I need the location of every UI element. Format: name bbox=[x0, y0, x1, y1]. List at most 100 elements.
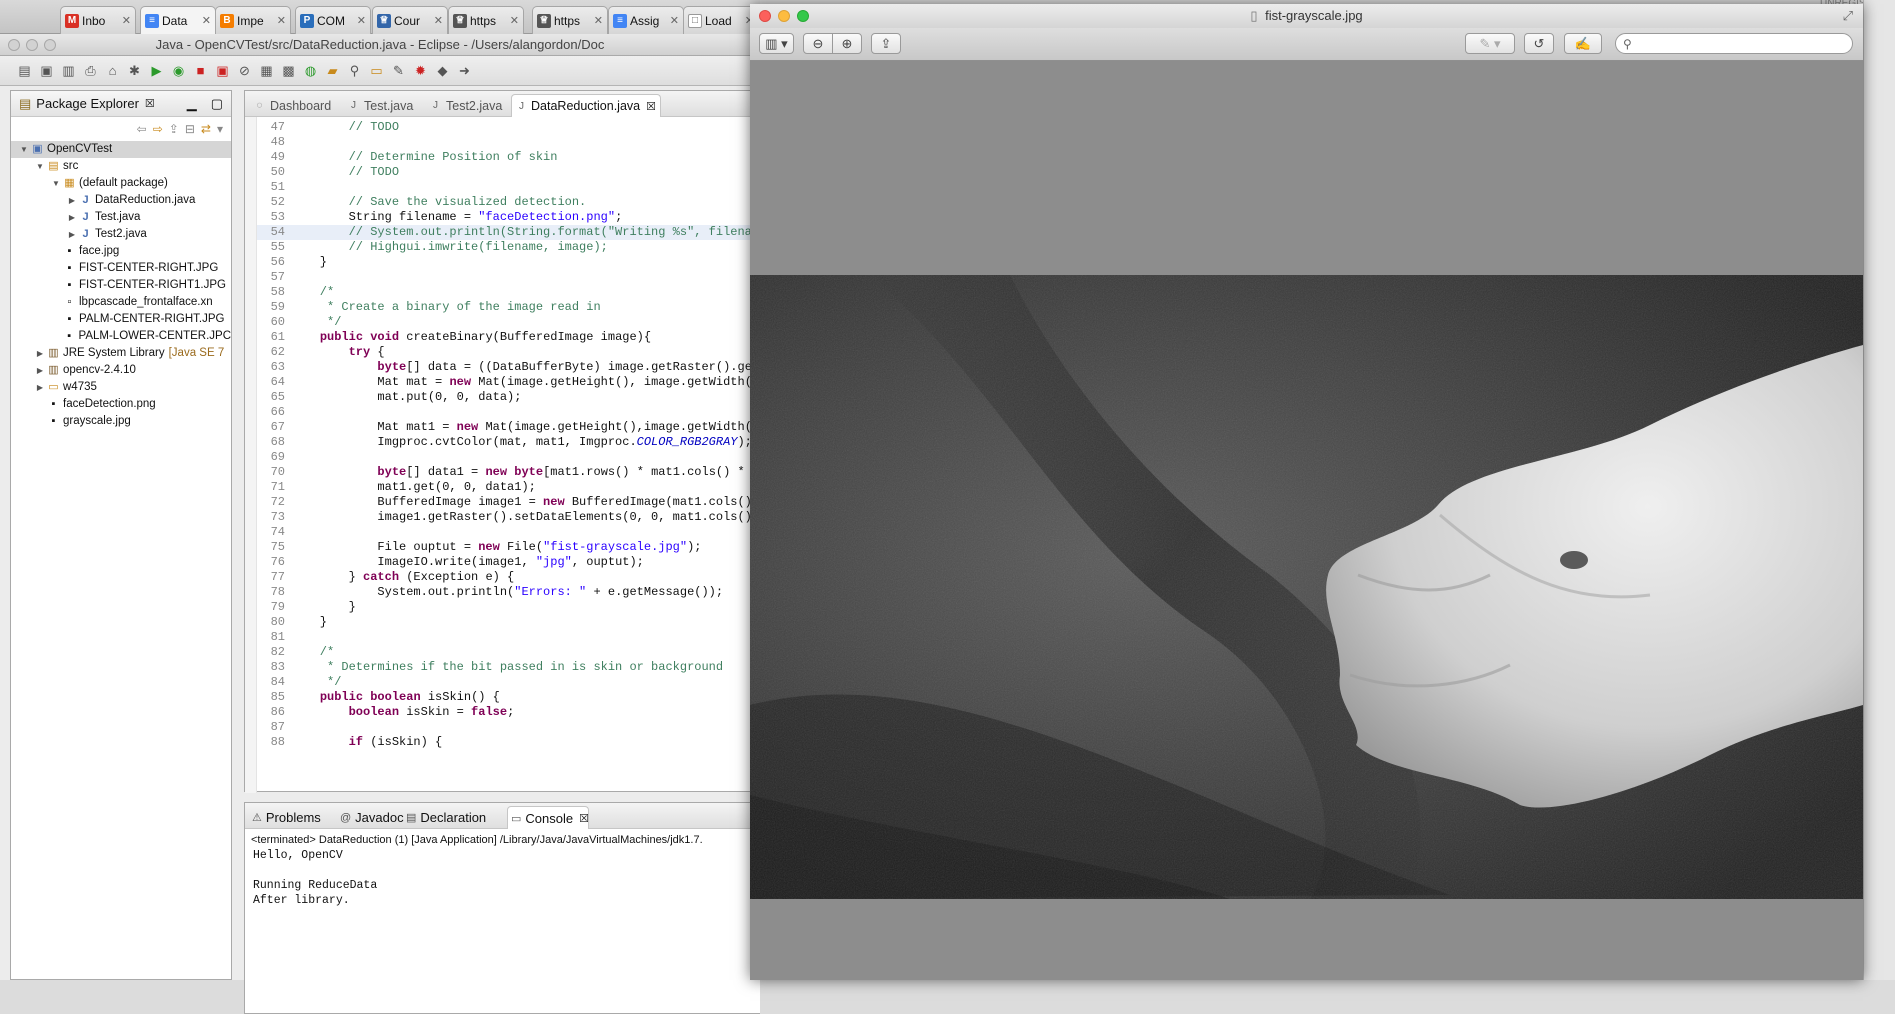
tree-item[interactable]: ▶ ▥ JRE System Library [Java SE 7 bbox=[11, 345, 231, 362]
browser-tab[interactable]: ♕ https ✕ bbox=[532, 6, 608, 34]
tree-item[interactable]: ▪ FIST-CENTER-RIGHT1.JPG bbox=[11, 277, 231, 294]
close-tab-icon[interactable]: ✕ bbox=[275, 14, 286, 27]
expand-twisty-icon[interactable]: ▼ bbox=[35, 158, 45, 175]
link-with-editor-icon[interactable]: ⇄ bbox=[201, 122, 211, 136]
view-menu-icon[interactable]: ▾ bbox=[217, 122, 223, 136]
browser-tab[interactable]: ♕ https ✕ bbox=[448, 6, 524, 34]
editor-tab[interactable]: J Test2.java bbox=[425, 94, 507, 117]
debug-icon[interactable]: ✱ bbox=[126, 63, 143, 79]
browser-tab[interactable]: ♕ Cour ✕ bbox=[372, 6, 448, 34]
close-tab-icon[interactable]: ☒ bbox=[579, 812, 589, 825]
up-nav-icon[interactable]: ⇪ bbox=[169, 122, 179, 136]
rotate-button[interactable]: ↺ bbox=[1524, 33, 1554, 54]
editor-tab[interactable]: ◌ Dashboard bbox=[249, 94, 339, 117]
run-icon[interactable]: ▶ bbox=[148, 63, 165, 79]
expand-twisty-icon[interactable]: ▶ bbox=[67, 192, 77, 209]
run-config-icon[interactable]: ◉ bbox=[170, 63, 187, 79]
tree-item[interactable]: ▶ J DataReduction.java bbox=[11, 192, 231, 209]
editor-tab[interactable]: J DataReduction.java ☒ bbox=[511, 94, 661, 117]
tree-item[interactable]: ▼ ▦ (default package) bbox=[11, 175, 231, 192]
console-tab[interactable]: @ Javadoc bbox=[337, 806, 404, 829]
home-icon[interactable]: ⌂ bbox=[104, 63, 121, 79]
expand-twisty-icon[interactable]: ▶ bbox=[35, 345, 45, 362]
forward-icon[interactable]: ➜ bbox=[456, 63, 473, 79]
markup-toolbar-button[interactable]: ✍ bbox=[1564, 33, 1602, 54]
close-tab-icon[interactable]: ☒ bbox=[646, 100, 656, 113]
new-icon[interactable]: ▤ bbox=[16, 63, 33, 79]
print-icon[interactable]: ⎙ bbox=[82, 63, 99, 79]
fullscreen-icon[interactable]: ⤢ bbox=[1843, 4, 1853, 28]
sidebar-view-button[interactable]: ▥ ▾ bbox=[759, 33, 794, 54]
expand-twisty-icon[interactable]: ▼ bbox=[19, 141, 29, 158]
save-icon[interactable]: ▣ bbox=[38, 63, 55, 79]
browser-tab[interactable]: ≡ Data ✕ bbox=[140, 6, 216, 34]
search-icon[interactable]: ⚲ bbox=[346, 63, 363, 79]
close-tab-icon[interactable]: ✕ bbox=[355, 14, 366, 27]
close-tab-icon[interactable]: ✕ bbox=[432, 14, 443, 27]
tree-item[interactable]: ▼ ▤ src bbox=[11, 158, 231, 175]
tree-item[interactable]: ▼ ▣ OpenCVTest bbox=[11, 141, 231, 158]
highlight-button[interactable]: ✎ ▾ bbox=[1465, 33, 1515, 54]
zoom-window-button[interactable] bbox=[797, 10, 809, 22]
browser-tab[interactable]: B Impe ✕ bbox=[215, 6, 291, 34]
minimize-window-button[interactable] bbox=[26, 39, 38, 51]
save-all-icon[interactable]: ▥ bbox=[60, 63, 77, 79]
share-button[interactable]: ⇪ bbox=[871, 33, 901, 54]
tree-item[interactable]: ▶ ▭ w4735 bbox=[11, 379, 231, 396]
annotation-icon[interactable]: ✎ bbox=[390, 63, 407, 79]
forward-nav-icon[interactable]: ⇨ bbox=[153, 122, 163, 136]
console-tab[interactable]: ⚠ Problems bbox=[249, 806, 333, 829]
close-tab-icon[interactable]: ✕ bbox=[508, 14, 519, 27]
terminate-icon[interactable]: ▣ bbox=[214, 63, 231, 79]
tree-item[interactable]: ▶ ▥ opencv-2.4.10 bbox=[11, 362, 231, 379]
tree-item[interactable]: ▪ PALM-CENTER-RIGHT.JPG bbox=[11, 311, 231, 328]
browser-tab[interactable]: P COM ✕ bbox=[295, 6, 371, 34]
expand-twisty-icon[interactable]: ▶ bbox=[67, 209, 77, 226]
expand-twisty-icon[interactable]: ▶ bbox=[35, 362, 45, 379]
zoom-out-button[interactable]: ⊖ bbox=[803, 33, 833, 54]
tree-item[interactable]: ▪ PALM-LOWER-CENTER.JPC bbox=[11, 328, 231, 345]
browser-tab[interactable]: M Inbo ✕ bbox=[60, 6, 136, 34]
close-tab-icon[interactable]: ✕ bbox=[592, 14, 603, 27]
console-tab[interactable]: ▤ Declaration bbox=[403, 806, 503, 829]
zoom-window-button[interactable] bbox=[44, 39, 56, 51]
image-file-icon: ▪ bbox=[67, 279, 72, 291]
close-window-button[interactable] bbox=[759, 10, 771, 22]
console-tab[interactable]: ▭ Console ☒ bbox=[507, 806, 589, 829]
back-icon[interactable]: ◆ bbox=[434, 63, 451, 79]
expand-twisty-icon[interactable]: ▶ bbox=[67, 226, 77, 243]
back-nav-icon[interactable]: ⇦ bbox=[137, 122, 147, 136]
tree-item[interactable]: ▪ grayscale.jpg bbox=[11, 413, 231, 430]
search-field[interactable]: ⚲ bbox=[1615, 33, 1853, 54]
new-class-icon[interactable]: ◍ bbox=[302, 63, 319, 79]
expand-twisty-icon[interactable]: ▶ bbox=[35, 379, 45, 396]
zoom-in-button[interactable]: ⊕ bbox=[832, 33, 862, 54]
tree-item[interactable]: ▪ faceDetection.png bbox=[11, 396, 231, 413]
tree-item[interactable]: ▪ FIST-CENTER-RIGHT.JPG bbox=[11, 260, 231, 277]
tree-item[interactable]: ▶ J Test.java bbox=[11, 209, 231, 226]
new-package-icon[interactable]: ▩ bbox=[280, 63, 297, 79]
tree-item[interactable]: ▫ lbpcascade_frontalface.xn bbox=[11, 294, 231, 311]
minimize-view-icon[interactable]: ▁ bbox=[187, 96, 197, 112]
editor-tab[interactable]: J Test.java bbox=[343, 94, 421, 117]
close-tab-icon[interactable]: ✕ bbox=[200, 14, 211, 27]
open-folder-icon[interactable]: ▭ bbox=[368, 63, 385, 79]
browser-tab[interactable]: ≡ Assig ✕ bbox=[608, 6, 684, 34]
file-icon: ▯ bbox=[1250, 8, 1258, 23]
open-type-icon[interactable]: ▰ bbox=[324, 63, 341, 79]
maximize-view-icon[interactable]: ▢ bbox=[211, 96, 223, 112]
stop-icon[interactable]: ■ bbox=[192, 63, 209, 79]
new-java-project-icon[interactable]: ▦ bbox=[258, 63, 275, 79]
tree-item[interactable]: ▶ J Test2.java bbox=[11, 226, 231, 243]
close-view-icon[interactable]: ☒ bbox=[145, 97, 155, 110]
bug-icon[interactable]: ✹ bbox=[412, 63, 429, 79]
collapse-all-icon[interactable]: ⊟ bbox=[185, 122, 195, 136]
skip-breakpoints-icon[interactable]: ⊘ bbox=[236, 63, 253, 79]
close-tab-icon[interactable]: ✕ bbox=[668, 14, 679, 27]
close-window-button[interactable] bbox=[8, 39, 20, 51]
expand-twisty-icon[interactable]: ▼ bbox=[51, 175, 61, 192]
tree-item[interactable]: ▪ face.jpg bbox=[11, 243, 231, 260]
browser-tab[interactable]: □Load✕ bbox=[683, 6, 759, 34]
close-tab-icon[interactable]: ✕ bbox=[120, 14, 131, 27]
minimize-window-button[interactable] bbox=[778, 10, 790, 22]
